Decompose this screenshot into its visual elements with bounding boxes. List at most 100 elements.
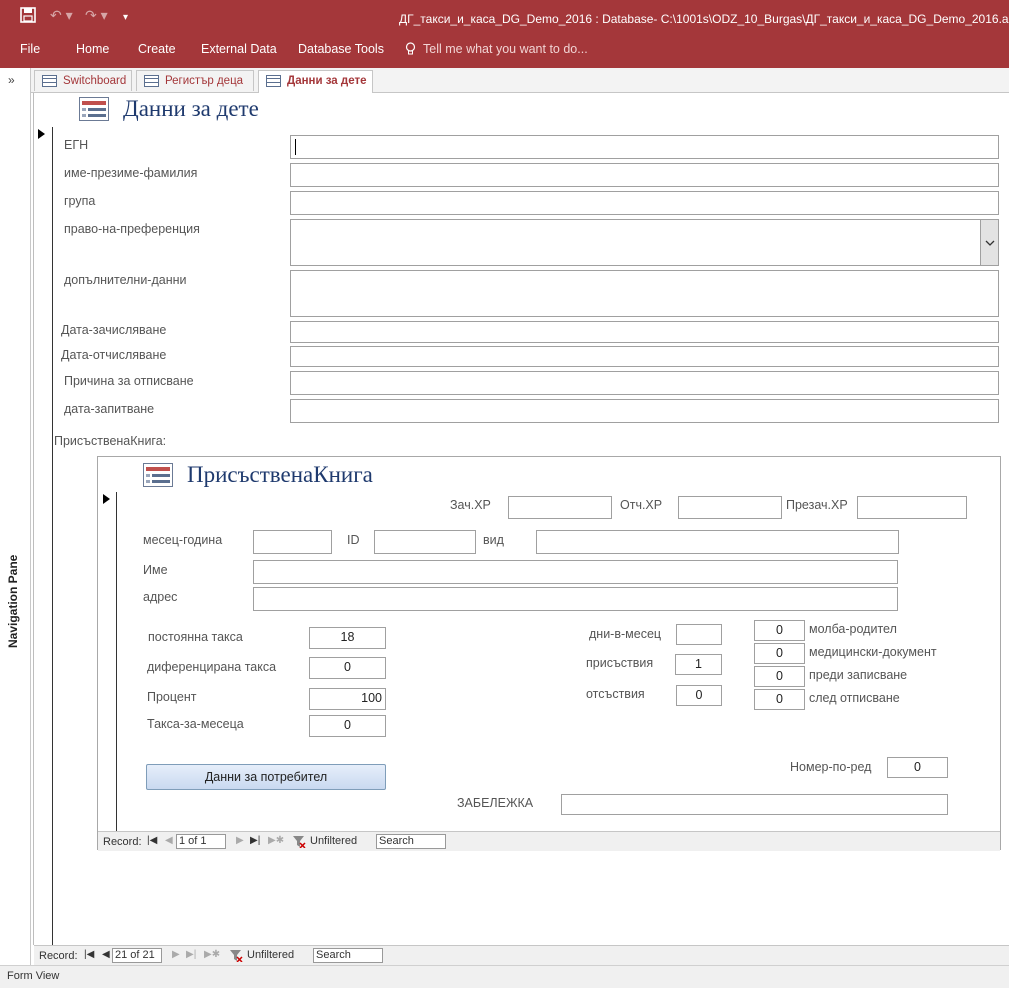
filter-status[interactable]: Unfiltered — [310, 835, 357, 847]
record-navigator: Record: |◀ ◀ 21 of 21 ▶ ▶| ▶✱ Unfiltered… — [34, 945, 1009, 966]
first-record-icon[interactable]: |◀ — [84, 949, 94, 960]
egn-field[interactable] — [290, 135, 999, 159]
current-record-arrow-icon — [38, 129, 45, 139]
menu-create[interactable]: Create — [138, 42, 176, 56]
redo-icon[interactable]: ↷ ▾ — [85, 7, 108, 24]
otch-field[interactable] — [678, 496, 782, 519]
child-name-label: Име — [143, 563, 168, 577]
order-number-field[interactable]: 0 — [887, 757, 948, 778]
days-in-month-field[interactable] — [676, 624, 722, 645]
enroll-date-field[interactable] — [290, 321, 999, 343]
request-date-field[interactable] — [290, 399, 999, 423]
expand-nav-icon[interactable]: » — [8, 73, 15, 87]
days-in-month-label: дни-в-месец — [589, 627, 662, 641]
fee-diff-field[interactable]: 0 — [309, 657, 386, 679]
kind-field[interactable] — [536, 530, 899, 554]
tab-child-data[interactable]: Данни за дете — [258, 70, 373, 93]
tell-me-search[interactable]: Tell me what you want to do... — [423, 42, 588, 56]
subform-caption: ПрисъственаКнига: — [54, 434, 167, 448]
save-icon[interactable] — [20, 7, 36, 26]
record-label: Record: — [39, 950, 78, 962]
otch-label: Отч.ХР — [620, 498, 663, 512]
medical-doc-field[interactable]: 0 — [754, 643, 805, 664]
extra-data-field[interactable] — [290, 270, 999, 317]
note-field[interactable] — [561, 794, 948, 815]
record-search-input[interactable]: Search — [313, 948, 383, 963]
window-title: ДГ_такси_и_каса_DG_Demo_2016 : Database-… — [399, 12, 1009, 26]
parent-request-field[interactable]: 0 — [754, 620, 805, 641]
prezach-field[interactable] — [857, 496, 967, 519]
record-position-field[interactable]: 21 of 21 — [112, 948, 162, 963]
parent-request-label: молба-родител — [809, 622, 897, 636]
filter-icon — [230, 950, 243, 962]
next-record-icon[interactable]: ▶ — [172, 949, 180, 960]
subform-record-navigator: Record: |◀ ◀ 1 of 1 ▶ ▶| ▶✱ Unfiltered S… — [98, 831, 1000, 851]
id-label: ID — [347, 533, 360, 547]
subform-title: ПрисъственаКнига — [187, 462, 373, 487]
present-label: присъствия — [586, 656, 654, 670]
group-label: група — [64, 194, 96, 208]
navigation-pane[interactable]: » Navigation Pane — [0, 68, 31, 965]
reason-field[interactable] — [290, 371, 999, 395]
tab-register-children[interactable]: Регистър деца — [136, 70, 254, 91]
percent-field[interactable]: 100 — [309, 688, 386, 710]
before-enroll-field[interactable]: 0 — [754, 666, 805, 687]
zach-field[interactable] — [508, 496, 612, 519]
form-icon — [266, 75, 281, 87]
record-position-field[interactable]: 1 of 1 — [176, 834, 226, 849]
fee-fixed-field[interactable]: 18 — [309, 627, 386, 649]
undo-icon[interactable]: ↶ ▾ — [50, 7, 73, 24]
name-label: име-презиме-фамилия — [64, 166, 198, 180]
dropdown-button[interactable] — [980, 220, 998, 265]
document-tabs: Switchboard Регистър деца Данни за дете — [31, 68, 1009, 93]
record-search-input[interactable]: Search — [376, 834, 446, 849]
tab-label: Switchboard — [63, 75, 127, 87]
current-record-arrow-icon — [103, 494, 110, 504]
subform-record-selector[interactable] — [99, 492, 117, 831]
unenroll-date-label: Дата-отчисляване — [61, 348, 167, 362]
medical-doc-label: медицински-документ — [809, 645, 937, 659]
child-name-field[interactable] — [253, 560, 898, 584]
menu-home[interactable]: Home — [76, 42, 109, 56]
percent-label: Процент — [147, 690, 197, 704]
present-field[interactable]: 1 — [675, 654, 722, 675]
preference-combo[interactable] — [290, 219, 999, 266]
new-record-icon[interactable]: ▶✱ — [268, 835, 284, 846]
id-field[interactable] — [374, 530, 476, 554]
month-year-field[interactable] — [253, 530, 332, 554]
next-record-icon[interactable]: ▶ — [236, 835, 244, 846]
prezach-label: Презач.ХР — [786, 498, 848, 512]
prev-record-icon[interactable]: ◀ — [165, 835, 173, 846]
group-field[interactable] — [290, 191, 999, 215]
form-header-icon — [79, 97, 109, 121]
last-record-icon[interactable]: ▶| — [186, 949, 196, 960]
lightbulb-icon — [405, 42, 416, 59]
name-field[interactable] — [290, 163, 999, 187]
unenroll-date-field[interactable] — [290, 346, 999, 367]
menu-file[interactable]: File — [20, 42, 40, 56]
address-field[interactable] — [253, 587, 898, 611]
prev-record-icon[interactable]: ◀ — [102, 949, 110, 960]
after-unenroll-field[interactable]: 0 — [754, 689, 805, 710]
filter-status[interactable]: Unfiltered — [247, 949, 294, 961]
form-icon — [144, 75, 159, 87]
record-selector[interactable] — [34, 127, 53, 945]
fee-fixed-label: постоянна такса — [148, 630, 243, 644]
extra-data-label: допълнителни-данни — [64, 273, 187, 287]
request-date-label: дата-запитване — [64, 402, 155, 416]
fee-month-field[interactable]: 0 — [309, 715, 386, 737]
record-label: Record: — [103, 836, 142, 848]
navigation-pane-label: Navigation Pane — [6, 554, 20, 648]
status-bar: Form View — [0, 965, 1009, 988]
order-number-label: Номер-по-ред — [790, 760, 872, 774]
menu-database-tools[interactable]: Database Tools — [298, 42, 384, 56]
absent-field[interactable]: 0 — [676, 685, 722, 706]
customize-qat-icon[interactable]: ▾ — [123, 12, 128, 23]
last-record-icon[interactable]: ▶| — [250, 835, 260, 846]
menu-external-data[interactable]: External Data — [201, 42, 277, 56]
first-record-icon[interactable]: |◀ — [147, 835, 157, 846]
new-record-icon[interactable]: ▶✱ — [204, 949, 220, 960]
tab-switchboard[interactable]: Switchboard — [34, 70, 132, 91]
zach-label: Зач.ХР — [450, 498, 491, 512]
consumer-data-button[interactable]: Данни за потребител — [146, 764, 386, 790]
